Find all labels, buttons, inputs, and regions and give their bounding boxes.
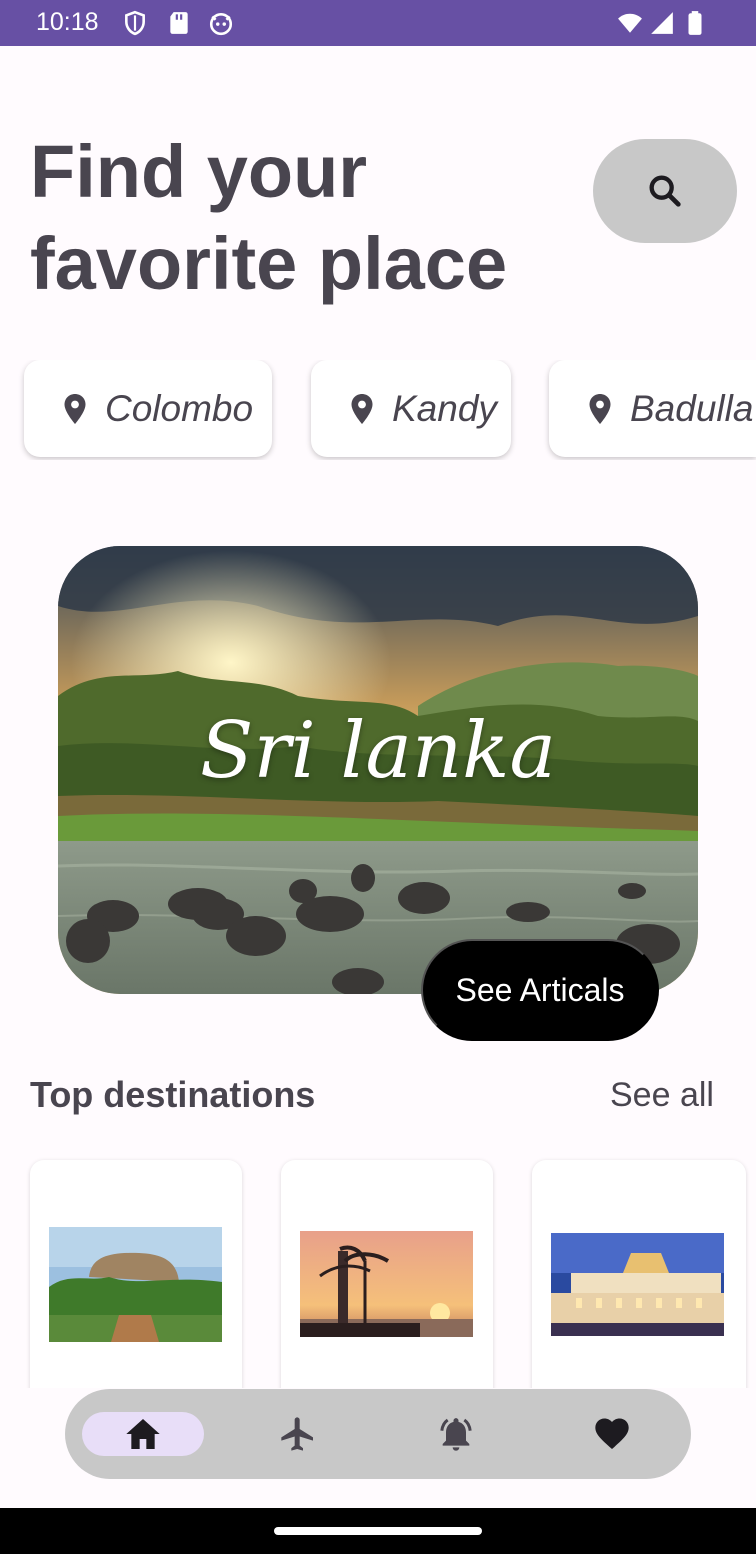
sigiriya-rock-image: [49, 1227, 222, 1342]
location-chip-kandy[interactable]: Kandy: [311, 360, 511, 457]
page-title: Find your favorite place: [30, 126, 550, 310]
temple-of-tooth-image: [551, 1233, 724, 1336]
nav-flights[interactable]: [237, 1389, 359, 1479]
battery-icon: [682, 10, 708, 36]
location-chip-label: Colombo: [105, 387, 254, 429]
destination-card[interactable]: [281, 1160, 493, 1410]
nav-favorites[interactable]: [551, 1389, 673, 1479]
system-navigation-bar: [0, 1508, 756, 1554]
notification-bell-icon: [440, 1418, 472, 1451]
cat-face-icon: [208, 10, 234, 36]
status-bar: 10:18: [0, 0, 756, 46]
search-icon: [649, 175, 681, 207]
location-pin-icon: [582, 391, 618, 427]
see-all-link[interactable]: See all: [610, 1076, 714, 1115]
airplane-icon: [281, 1417, 313, 1451]
shield-icon: [122, 10, 148, 36]
location-chip-label: Kandy: [392, 387, 497, 429]
location-chip-label: Badulla: [630, 387, 754, 429]
location-chip-row[interactable]: Colombo Kandy Badulla: [0, 360, 756, 460]
hero-title: Sri lanka: [200, 706, 556, 796]
search-button[interactable]: [593, 139, 737, 243]
bottom-navigation[interactable]: [65, 1389, 691, 1479]
wifi-icon: [617, 10, 643, 36]
location-pin-icon: [57, 391, 93, 427]
nav-home[interactable]: [82, 1389, 204, 1479]
sd-card-icon: [166, 10, 192, 36]
gesture-handle[interactable]: [274, 1527, 482, 1535]
section-title: Top destinations: [30, 1074, 316, 1115]
hero-banner[interactable]: Sri lanka: [58, 546, 698, 994]
location-chip-badulla[interactable]: Badulla: [549, 360, 756, 457]
location-pin-icon: [344, 391, 380, 427]
destination-card[interactable]: [30, 1160, 242, 1410]
status-time: 10:18: [36, 8, 99, 36]
destination-card[interactable]: [532, 1160, 746, 1410]
home-icon: [126, 1419, 160, 1449]
page-title-line-2: favorite place: [30, 222, 508, 305]
signal-icon: [649, 10, 675, 36]
heart-icon: [595, 1418, 629, 1449]
lighthouse-sunset-image: [300, 1231, 473, 1337]
see-articals-button[interactable]: See Articals: [421, 939, 659, 1041]
location-chip-colombo[interactable]: Colombo: [24, 360, 272, 457]
page-title-line-1: Find your: [30, 130, 368, 213]
nav-notifications[interactable]: [395, 1389, 517, 1479]
